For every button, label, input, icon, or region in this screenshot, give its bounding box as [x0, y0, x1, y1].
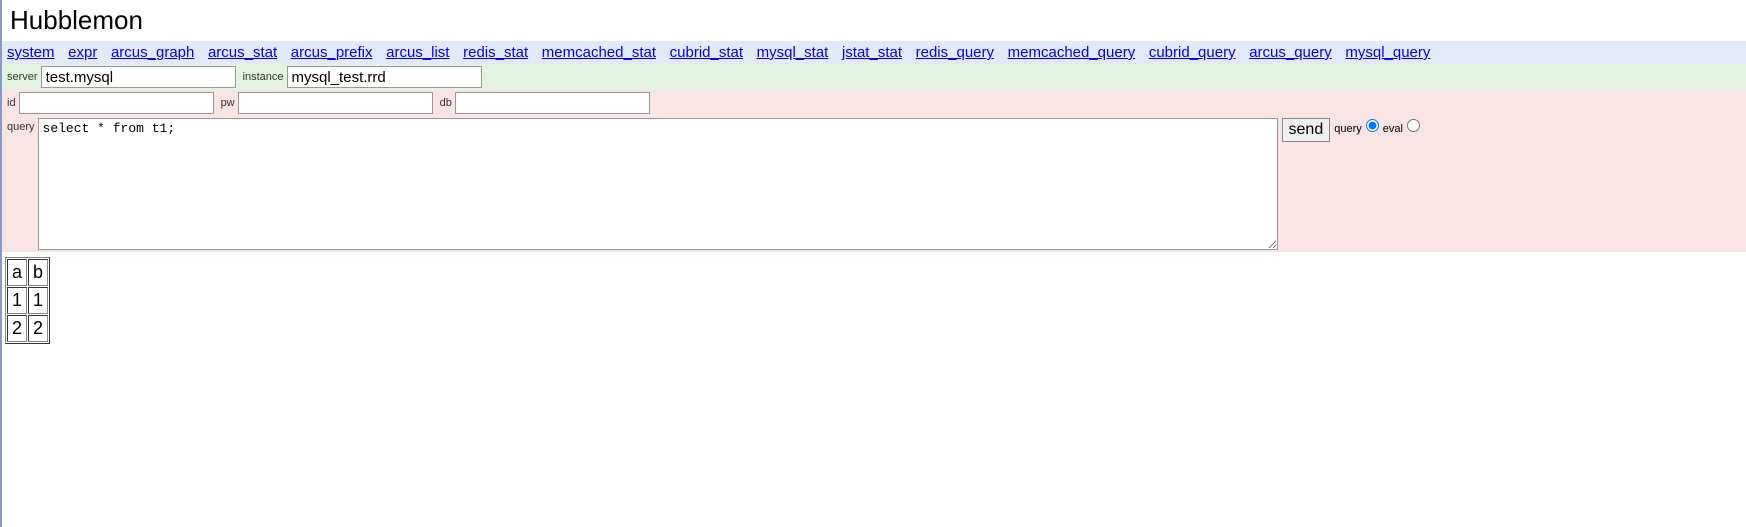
db-label: db — [440, 97, 452, 109]
table-cell: 1 — [28, 287, 48, 314]
table-row: 2 2 — [7, 315, 48, 342]
table-header-cell: b — [28, 259, 48, 286]
id-label: id — [7, 97, 16, 109]
query-textarea[interactable] — [38, 118, 1278, 250]
radio-query[interactable] — [1366, 119, 1379, 132]
instance-input[interactable] — [287, 66, 482, 88]
query-label: query — [7, 121, 35, 133]
table-header-cell: a — [7, 259, 27, 286]
pw-label: pw — [221, 97, 235, 109]
result-table: a b 1 1 2 2 — [5, 257, 50, 344]
table-header-row: a b — [7, 259, 48, 286]
radio-group: query eval — [1334, 122, 1424, 135]
page-title: Hubblemon — [10, 5, 1738, 36]
pw-input[interactable] — [238, 92, 433, 114]
nav-link-cubrid-stat[interactable]: cubrid_stat — [670, 44, 743, 61]
table-cell: 2 — [7, 315, 27, 342]
server-input[interactable] — [41, 66, 236, 88]
nav-link-cubrid-query[interactable]: cubrid_query — [1149, 44, 1236, 61]
nav-link-arcus-list[interactable]: arcus_list — [386, 44, 449, 61]
nav-link-expr[interactable]: expr — [68, 44, 97, 61]
nav-bar: system expr arcus_graph arcus_stat arcus… — [2, 41, 1746, 64]
nav-link-mysql-stat[interactable]: mysql_stat — [757, 44, 829, 61]
instance-label: instance — [243, 71, 284, 83]
nav-link-arcus-query[interactable]: arcus_query — [1249, 44, 1332, 61]
id-input[interactable] — [19, 92, 214, 114]
table-row: 1 1 — [7, 287, 48, 314]
row-server-instance: server instance — [2, 64, 1746, 90]
nav-link-system[interactable]: system — [7, 44, 55, 61]
server-label: server — [7, 71, 38, 83]
send-button[interactable]: send — [1282, 118, 1331, 142]
header: Hubblemon — [2, 0, 1746, 41]
table-cell: 1 — [7, 287, 27, 314]
nav-link-memcached-stat[interactable]: memcached_stat — [542, 44, 656, 61]
radio-eval[interactable] — [1407, 119, 1420, 132]
nav-link-mysql-query[interactable]: mysql_query — [1345, 44, 1430, 61]
nav-link-jstat-stat[interactable]: jstat_stat — [842, 44, 902, 61]
radio-query-label: query — [1334, 123, 1362, 135]
nav-link-redis-stat[interactable]: redis_stat — [463, 44, 528, 61]
nav-link-arcus-prefix[interactable]: arcus_prefix — [291, 44, 373, 61]
row-query: query send query eval — [2, 116, 1746, 252]
nav-link-arcus-stat[interactable]: arcus_stat — [208, 44, 277, 61]
nav-link-arcus-graph[interactable]: arcus_graph — [111, 44, 194, 61]
db-input[interactable] — [455, 92, 650, 114]
table-cell: 2 — [28, 315, 48, 342]
nav-link-memcached-query[interactable]: memcached_query — [1008, 44, 1136, 61]
nav-link-redis-query[interactable]: redis_query — [916, 44, 994, 61]
row-credentials: id pw db — [2, 90, 1746, 116]
radio-eval-label: eval — [1383, 123, 1403, 135]
